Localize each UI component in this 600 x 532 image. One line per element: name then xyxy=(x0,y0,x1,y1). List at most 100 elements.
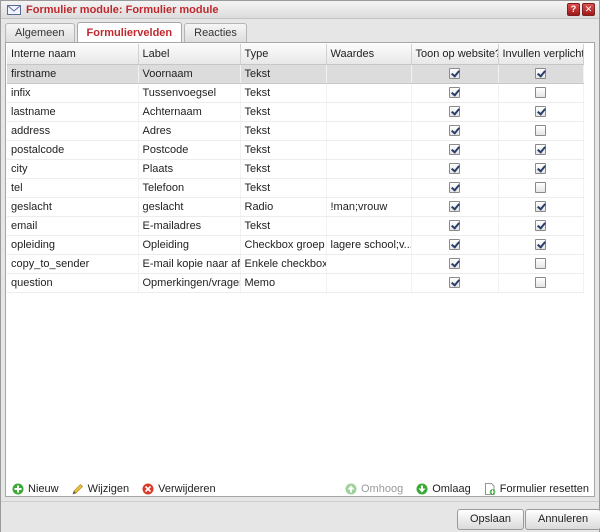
cell-name: lastname xyxy=(7,102,139,122)
required-checkbox[interactable] xyxy=(535,258,546,270)
cell-type: Enkele checkbox xyxy=(240,254,327,274)
cell-show xyxy=(411,178,499,198)
save-button[interactable]: Opslaan xyxy=(457,509,524,530)
cell-type: Tekst xyxy=(240,216,327,236)
required-checkbox[interactable] xyxy=(535,220,546,232)
cell-type: Tekst xyxy=(240,64,327,84)
cell-name: postalcode xyxy=(7,140,139,160)
close-button[interactable]: ✕ xyxy=(582,3,595,16)
table-row[interactable]: email E-mailadres Tekst xyxy=(7,216,584,236)
show-on-website-checkbox[interactable] xyxy=(449,201,460,213)
tab-formuliervelden[interactable]: Formuliervelden xyxy=(76,22,183,43)
show-on-website-checkbox[interactable] xyxy=(449,258,460,270)
column-header-label[interactable]: Label xyxy=(138,44,241,65)
required-checkbox[interactable] xyxy=(535,125,546,137)
delete-button[interactable]: Verwijderen xyxy=(142,483,216,495)
cell-values xyxy=(326,121,412,141)
pencil-icon xyxy=(72,484,83,495)
cell-values xyxy=(326,273,412,293)
move-up-button[interactable]: Omhoog xyxy=(345,483,403,495)
table-row[interactable]: infix Tussenvoegsel Tekst xyxy=(7,83,584,103)
table-header-row: Interne naam Label Type Waardes Toon op … xyxy=(7,44,584,65)
cell-label: E-mailadres xyxy=(138,216,241,236)
table-row[interactable]: city Plaats Tekst xyxy=(7,159,584,179)
cell-label: Voornaam xyxy=(138,64,241,84)
move-up-label: Omhoog xyxy=(361,483,404,495)
cell-values xyxy=(326,254,412,274)
table-row[interactable]: firstname Voornaam Tekst xyxy=(7,64,584,84)
cell-show xyxy=(411,197,499,217)
required-checkbox[interactable] xyxy=(535,106,546,118)
required-checkbox[interactable] xyxy=(535,201,546,213)
cell-show xyxy=(411,140,499,160)
cell-values xyxy=(326,178,412,198)
tab-reacties[interactable]: Reacties xyxy=(184,23,247,42)
column-header-required[interactable]: Invullen verplicht? xyxy=(498,44,584,65)
table-row[interactable]: question Opmerkingen/vragen Memo xyxy=(7,273,584,293)
cell-required xyxy=(498,140,584,160)
show-on-website-checkbox[interactable] xyxy=(449,239,460,251)
help-button[interactable]: ? xyxy=(567,3,580,16)
show-on-website-checkbox[interactable] xyxy=(449,163,460,175)
cell-name: firstname xyxy=(7,64,139,84)
new-button[interactable]: Nieuw xyxy=(12,483,59,495)
required-checkbox[interactable] xyxy=(535,239,546,251)
required-checkbox[interactable] xyxy=(535,144,546,156)
show-on-website-checkbox[interactable] xyxy=(449,144,460,156)
cell-name: city xyxy=(7,159,139,179)
table-row[interactable]: tel Telefoon Tekst xyxy=(7,178,584,198)
required-checkbox[interactable] xyxy=(535,182,546,194)
table-row[interactable]: opleiding Opleiding Checkbox groep lagere s… xyxy=(7,235,584,255)
column-header-show-on-website[interactable]: Toon op website? xyxy=(411,44,499,65)
cell-name: infix xyxy=(7,83,139,103)
move-down-button[interactable]: Omlaag xyxy=(416,483,471,495)
reset-form-button[interactable]: Formulier resetten xyxy=(484,483,589,495)
fields-table: Interne naam Label Type Waardes Toon op … xyxy=(7,44,584,293)
required-checkbox[interactable] xyxy=(535,87,546,99)
table-row[interactable]: lastname Achternaam Tekst xyxy=(7,102,584,122)
cell-label: Opleiding xyxy=(138,235,241,255)
cell-type: Memo xyxy=(240,273,327,293)
show-on-website-checkbox[interactable] xyxy=(449,182,460,194)
column-header-type[interactable]: Type xyxy=(240,44,327,65)
cell-name: address xyxy=(7,121,139,141)
cell-values: !man;vrouw xyxy=(326,197,412,217)
cell-label: Adres xyxy=(138,121,241,141)
table-row[interactable]: address Adres Tekst xyxy=(7,121,584,141)
required-checkbox[interactable] xyxy=(535,277,546,289)
required-checkbox[interactable] xyxy=(535,68,546,80)
cell-name: copy_to_sender xyxy=(7,254,139,274)
cell-label: Telefoon xyxy=(138,178,241,198)
cancel-button[interactable]: Annuleren xyxy=(525,509,600,530)
show-on-website-checkbox[interactable] xyxy=(449,125,460,137)
cell-type: Checkbox groep xyxy=(240,235,327,255)
cell-values xyxy=(326,102,412,122)
cell-values xyxy=(326,140,412,160)
cell-show xyxy=(411,235,499,255)
cell-required xyxy=(498,216,584,236)
column-header-internal-name[interactable]: Interne naam xyxy=(7,44,139,65)
window-title: Formulier module: Formulier module xyxy=(26,3,219,16)
table-row[interactable]: geslacht geslacht Radio !man;vrouw xyxy=(7,197,584,217)
document-reset-icon xyxy=(484,483,496,495)
tab-algemeen[interactable]: Algemeen xyxy=(5,23,75,42)
column-header-values[interactable]: Waardes xyxy=(326,44,412,65)
cell-label: Postcode xyxy=(138,140,241,160)
title-bar[interactable]: Formulier module: Formulier module ? ✕ xyxy=(1,1,599,19)
cell-type: Tekst xyxy=(240,178,327,198)
arrow-down-icon xyxy=(416,483,428,495)
show-on-website-checkbox[interactable] xyxy=(449,87,460,99)
cell-type: Radio xyxy=(240,197,327,217)
table-row[interactable]: postalcode Postcode Tekst xyxy=(7,140,584,160)
required-checkbox[interactable] xyxy=(535,163,546,175)
show-on-website-checkbox[interactable] xyxy=(449,220,460,232)
edit-button[interactable]: Wijzigen xyxy=(72,483,129,495)
table-row[interactable]: copy_to_senderE-mail kopie naar afz...En… xyxy=(7,254,584,274)
delete-label: Verwijderen xyxy=(158,483,216,495)
cell-show xyxy=(411,102,499,122)
fields-panel: Interne naam Label Type Waardes Toon op … xyxy=(5,42,595,497)
show-on-website-checkbox[interactable] xyxy=(449,277,460,289)
cell-name: geslacht xyxy=(7,197,139,217)
show-on-website-checkbox[interactable] xyxy=(449,68,460,80)
show-on-website-checkbox[interactable] xyxy=(449,106,460,118)
